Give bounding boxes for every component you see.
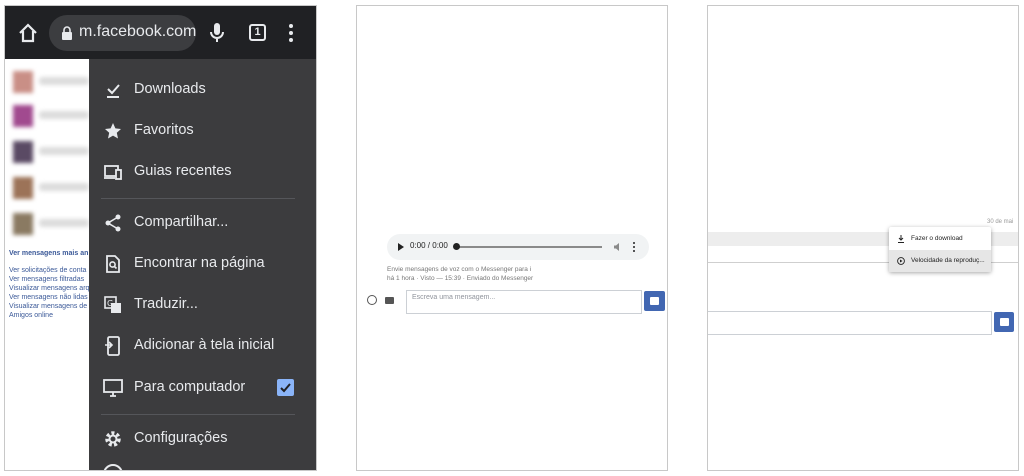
thumbs-up-icon [1000, 318, 1009, 326]
avatar [13, 141, 33, 163]
chrome-menu-screenshot: m.facebook.com/ 1 Ver mensagens mais an … [4, 5, 317, 471]
message-placeholder: Escreva uma mensagem... [412, 294, 496, 301]
audio-more-icon[interactable] [633, 242, 636, 252]
devices-icon [104, 165, 122, 180]
context-item-download[interactable]: Fazer o download [889, 228, 991, 250]
menu-item-downloads[interactable]: Downloads [89, 72, 316, 108]
star-icon [105, 123, 121, 139]
audio-progress-knob[interactable] [453, 243, 460, 250]
menu-item-adicionar-tela-inicial[interactable]: Adicionar à tela inicial [89, 328, 316, 364]
svg-text:G: G [107, 299, 113, 308]
voice-message-note: Envie mensagens de voz com o Messenger p… [387, 266, 532, 273]
menu-label: Traduzir... [134, 296, 198, 312]
message-status: há 1 hora · Visto — 15:39 · Enviado do M… [387, 275, 534, 282]
camera-icon[interactable] [385, 297, 394, 304]
url-text: m.facebook.com/ [79, 23, 196, 40]
menu-label: Favoritos [134, 122, 194, 138]
menu-label: Downloads [134, 81, 206, 97]
help-icon[interactable] [103, 464, 123, 470]
browser-toolbar: m.facebook.com/ 1 [5, 6, 316, 59]
messenger-context-menu-screenshot: 30 de mai Fazer o download Velocidade da… [707, 5, 1019, 471]
menu-item-guias-recentes[interactable]: Guias recentes [89, 154, 316, 190]
menu-item-favoritos[interactable]: Favoritos [89, 113, 316, 149]
context-item-label: Fazer o download [911, 235, 963, 242]
audio-progress-track[interactable] [457, 246, 602, 248]
menu-item-configuracoes[interactable]: Configurações [89, 421, 316, 457]
contact-name [39, 183, 89, 191]
volume-icon[interactable] [613, 242, 623, 252]
thumbs-up-icon [650, 297, 659, 305]
link-3[interactable]: Ver mensagens não lidas [9, 294, 88, 301]
link-2[interactable]: Visualizar mensagens arq [9, 285, 89, 292]
share-icon [105, 214, 121, 232]
like-button[interactable] [644, 291, 665, 311]
like-button[interactable] [994, 312, 1014, 332]
lock-icon [62, 26, 72, 40]
audio-player[interactable]: 0:00 / 0:00 [387, 234, 649, 260]
avatar [13, 105, 33, 127]
audio-context-menu: Fazer o download Velocidade da reproduç.… [889, 227, 991, 272]
add-home-icon [105, 336, 120, 356]
desktop-site-checkbox[interactable] [277, 379, 294, 396]
menu-label: Para computador [134, 379, 246, 395]
menu-item-compartilhar[interactable]: Compartilhar... [89, 205, 316, 241]
message-input[interactable] [708, 311, 992, 335]
blurred-message-list: Ver mensagens mais an Ver solicitações d… [5, 59, 95, 470]
find-icon [106, 255, 120, 273]
context-item-label: Velocidade da reproduç... [911, 257, 985, 264]
context-item-playback-speed[interactable]: Velocidade da reproduç... [889, 250, 991, 272]
message-input[interactable]: Escreva uma mensagem... [406, 290, 642, 314]
audio-time: 0:00 / 0:00 [410, 241, 448, 250]
menu-item-encontrar[interactable]: Encontrar na página [89, 246, 316, 282]
avatar [13, 213, 33, 235]
menu-label: Guias recentes [134, 163, 232, 179]
download-icon [107, 84, 120, 98]
message-date: 30 de mai [987, 219, 1014, 225]
play-icon[interactable] [398, 243, 404, 251]
tab-switcher-button[interactable]: 1 [249, 24, 266, 41]
link-4[interactable]: Visualizar mensagens de [9, 303, 87, 310]
contact-name [39, 111, 89, 119]
menu-item-traduzir[interactable]: G Traduzir... [89, 287, 316, 323]
emoji-icon[interactable] [367, 295, 377, 305]
link-5[interactable]: Amigos online [9, 312, 53, 319]
contact-name [39, 77, 89, 85]
microphone-icon[interactable] [209, 22, 225, 44]
gear-icon [105, 431, 121, 447]
translate-icon: G [104, 296, 121, 313]
checkmark-icon [280, 383, 291, 393]
menu-divider [101, 414, 295, 415]
menu-item-para-computador[interactable]: Para computador [89, 370, 316, 406]
avatar [13, 71, 33, 93]
address-bar[interactable]: m.facebook.com/ [49, 15, 196, 51]
menu-label: Encontrar na página [134, 255, 265, 271]
messenger-audio-screenshot: 0:00 / 0:00 Envie mensagens de voz com o… [356, 5, 668, 471]
home-icon[interactable] [17, 22, 39, 44]
download-icon [898, 235, 904, 243]
desktop-icon [103, 379, 123, 397]
menu-label: Adicionar à tela inicial [134, 337, 275, 353]
more-options-icon[interactable] [288, 24, 294, 42]
chrome-overflow-menu: Downloads Favoritos Guias recentes Compa… [89, 59, 316, 470]
link-0[interactable]: Ver solicitações de conta [9, 267, 86, 274]
speed-icon [897, 257, 905, 265]
contact-name [39, 147, 89, 155]
see-older-messages-link[interactable]: Ver mensagens mais an [9, 250, 88, 257]
contact-name [39, 219, 89, 227]
avatar [13, 177, 33, 199]
menu-label: Compartilhar... [134, 214, 229, 230]
link-1[interactable]: Ver mensagens filtradas [9, 276, 84, 283]
menu-label: Configurações [134, 430, 228, 446]
menu-divider [101, 198, 295, 199]
